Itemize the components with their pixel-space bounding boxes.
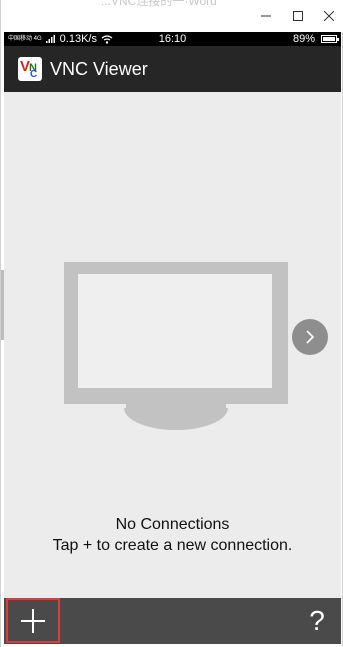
add-connection-button[interactable] (6, 598, 60, 643)
battery-icon (321, 35, 339, 43)
close-icon (324, 11, 334, 21)
close-button[interactable] (319, 6, 339, 26)
help-button[interactable]: ? (303, 602, 331, 640)
monitor-screen (64, 262, 288, 404)
battery-percent: 89% (292, 33, 315, 45)
app-bar: V N C VNC Viewer (4, 46, 341, 92)
status-right: 89% (292, 32, 339, 46)
app-title: VNC Viewer (50, 58, 148, 79)
maximize-button[interactable] (288, 6, 308, 26)
left-edge-fragment (1, 270, 4, 340)
logo-letter-c: C (30, 69, 38, 80)
monitor-illustration-icon (64, 262, 288, 432)
maximize-icon (293, 11, 303, 21)
minimize-icon (261, 15, 271, 17)
bottom-bar: ? (4, 598, 341, 644)
plus-icon (21, 608, 45, 633)
empty-state-title: No Connections (115, 516, 230, 533)
empty-state-subtitle: Tap + to create a new connection. (52, 537, 293, 554)
app-window: ...VNC连接的一·Word 中国移动 4G 0.13K/s 16:10 89… (0, 0, 343, 647)
monitor-base (124, 408, 228, 430)
status-time: 16:10 (158, 33, 187, 45)
window-title-bar: ...VNC连接的一·Word (1, 0, 343, 32)
status-bar: 中国移动 4G 0.13K/s 16:10 89% (4, 32, 341, 46)
vnc-logo-icon: V N C (18, 57, 42, 81)
chevron-right-icon (306, 330, 315, 344)
window-ghost-title: ...VNC连接的一·Word (101, 0, 217, 8)
next-page-button[interactable] (292, 319, 328, 355)
minimize-button[interactable] (256, 6, 276, 26)
connections-empty-state: No Connections Tap + to create a new con… (4, 92, 341, 598)
